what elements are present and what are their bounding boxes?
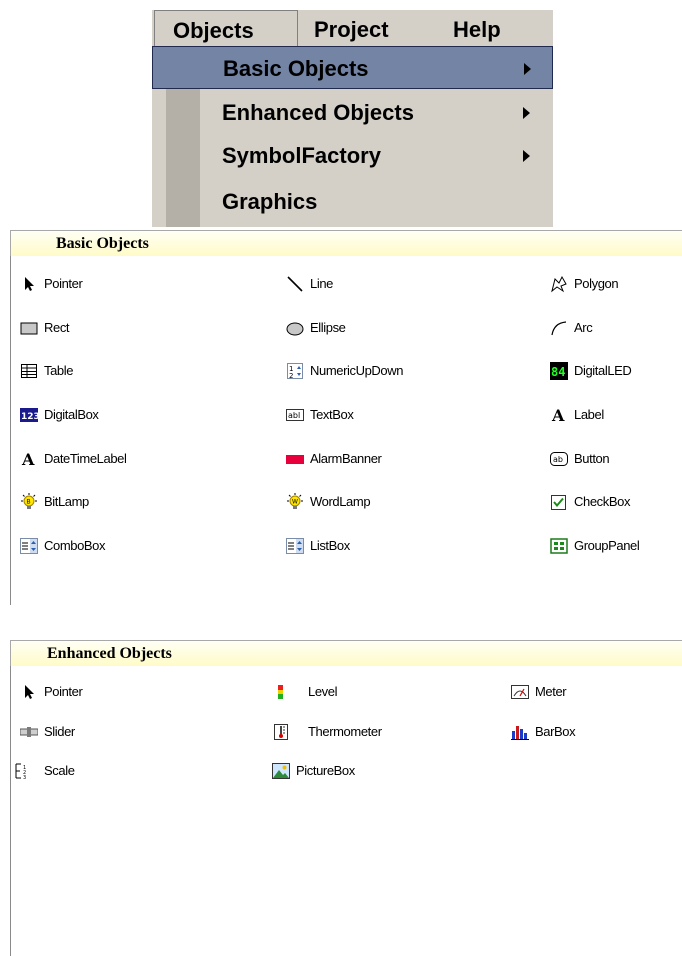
digital-box-icon: 123: [20, 408, 38, 422]
svg-text:ab: ab: [553, 455, 563, 464]
datetime-label-icon: A: [21, 450, 35, 468]
menu-item-graphics[interactable]: Graphics: [152, 180, 553, 223]
checkbox-icon: [551, 495, 566, 510]
basic-objects-header: Basic Objects: [10, 230, 682, 256]
ellipse-icon: [286, 322, 304, 336]
meter-icon: [511, 685, 529, 699]
line-icon: [287, 276, 303, 292]
svg-text:84: 84: [551, 365, 565, 379]
tool-label: Pointer: [44, 684, 83, 699]
level-icon: [278, 685, 283, 699]
tool-label: ListBox: [310, 538, 350, 553]
menu-project[interactable]: Project: [314, 10, 389, 46]
panel-border: [10, 666, 11, 956]
slider-icon: [20, 727, 38, 737]
menu-help[interactable]: Help: [453, 10, 501, 46]
panel-border: [10, 256, 11, 605]
objects-menu-screenshot: Objects Project Help Basic Objects Enhan…: [152, 10, 553, 227]
submenu-arrow-icon: [523, 107, 530, 119]
picturebox-icon: [272, 763, 290, 779]
svg-text:2: 2: [289, 372, 293, 380]
svg-text:B: B: [27, 499, 31, 506]
svg-text:A: A: [21, 450, 35, 468]
bit-lamp-icon: B: [21, 493, 37, 509]
svg-text:W: W: [292, 499, 298, 506]
tool-label: DateTimeLabel: [44, 451, 127, 466]
menu-objects[interactable]: Objects: [154, 10, 298, 46]
panel-title: Basic Objects: [56, 235, 149, 252]
tool-label: Button: [574, 451, 610, 466]
tool-label: Ellipse: [310, 320, 346, 335]
tool-label: Pointer: [44, 276, 83, 291]
objects-dropdown: Basic Objects Enhanced Objects SymbolFac…: [152, 46, 553, 227]
combobox-icon: [20, 538, 38, 554]
svg-text:3: 3: [23, 775, 26, 780]
arc-icon: [551, 321, 567, 336]
textbox-icon: abl: [286, 409, 304, 421]
tool-label: AlarmBanner: [310, 451, 382, 466]
tool-label: GroupPanel: [574, 538, 640, 553]
menu-bar: Objects Project Help: [152, 10, 553, 46]
menu-item-label: SymbolFactory: [222, 143, 381, 168]
polygon-icon: [551, 275, 567, 293]
tool-label: BarBox: [535, 724, 576, 739]
svg-text:A: A: [551, 406, 565, 424]
tool-label: Arc: [574, 320, 593, 335]
listbox-icon: [286, 538, 304, 554]
svg-text:abl: abl: [288, 411, 300, 420]
alarm-banner-icon: [286, 455, 304, 464]
menu-item-symbolfactory[interactable]: SymbolFactory: [152, 134, 553, 177]
tool-label: Label: [574, 407, 604, 422]
word-lamp-icon: W: [287, 493, 303, 509]
tool-label: DigitalLED: [574, 363, 632, 378]
menu-item-label: Enhanced Objects: [222, 100, 414, 125]
menu-item-label: Basic Objects: [223, 56, 369, 81]
pointer-icon: [25, 277, 34, 291]
tool-label: WordLamp: [310, 494, 371, 509]
menu-item-basic-objects[interactable]: Basic Objects: [152, 46, 553, 89]
digital-led-icon: 84: [550, 362, 568, 380]
tool-label: TextBox: [310, 407, 354, 422]
tool-label: Level: [308, 684, 338, 699]
table-icon: [21, 364, 37, 378]
tool-label: Meter: [535, 684, 567, 699]
tool-label: CheckBox: [574, 494, 631, 509]
tool-label: Thermometer: [308, 724, 382, 739]
tool-label: Table: [44, 363, 74, 378]
tool-label: DigitalBox: [44, 407, 99, 422]
submenu-arrow-icon: [524, 63, 531, 75]
group-panel-icon: [550, 538, 568, 554]
barbox-icon: [511, 726, 529, 740]
tool-label: Slider: [44, 724, 75, 739]
button-icon: ab: [550, 452, 568, 466]
tool-label: Rect: [44, 320, 70, 335]
scale-icon: 123: [15, 763, 26, 780]
tool-label: ComboBox: [44, 538, 106, 553]
numeric-updown-icon: 12: [287, 363, 303, 380]
tool-label: PictureBox: [296, 763, 355, 778]
thermometer-icon: [274, 724, 288, 740]
svg-text:123: 123: [21, 412, 38, 422]
submenu-arrow-icon: [523, 150, 530, 162]
label-icon: A: [551, 406, 565, 424]
tool-label: Line: [310, 276, 333, 291]
pointer-icon: [25, 685, 34, 699]
rect-icon: [20, 322, 38, 335]
tool-label: Polygon: [574, 276, 619, 291]
tool-label: BitLamp: [44, 494, 89, 509]
enhanced-objects-panel: Enhanced Objects Pointer Level Meter Sli…: [10, 640, 682, 956]
basic-objects-panel: Basic Objects Pointer Line Polygon Rect …: [10, 230, 682, 605]
menu-item-enhanced-objects[interactable]: Enhanced Objects: [152, 91, 553, 134]
menu-item-label: Graphics: [222, 189, 318, 214]
tool-label: Scale: [44, 763, 75, 778]
tool-label: NumericUpDown: [310, 363, 404, 378]
panel-title: Enhanced Objects: [47, 645, 172, 662]
enhanced-objects-header: Enhanced Objects: [10, 640, 682, 666]
